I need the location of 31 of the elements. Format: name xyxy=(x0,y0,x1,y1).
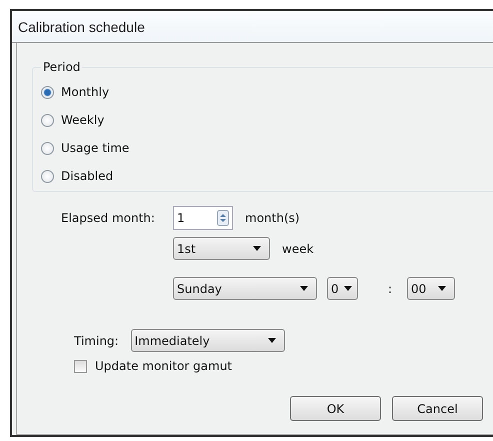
spin-arrows-icon[interactable] xyxy=(217,210,229,226)
radio-button[interactable] xyxy=(41,86,54,98)
time-separator: : xyxy=(388,282,392,296)
radio-label: Monthly xyxy=(61,85,110,99)
day-dropdown[interactable]: Sunday xyxy=(173,277,317,300)
radio-button[interactable] xyxy=(41,170,54,182)
caret-icon xyxy=(253,246,261,251)
radio-button[interactable] xyxy=(41,142,54,154)
radio-label: Usage time xyxy=(61,141,130,155)
checkbox[interactable] xyxy=(74,360,87,372)
dialog-button[interactable]: Cancel xyxy=(392,396,483,421)
radio-label: Disabled xyxy=(61,169,114,183)
group-label: Period xyxy=(41,60,82,74)
month-spin-field[interactable]: 1 xyxy=(173,206,233,230)
week-dropdown[interactable]: 1st xyxy=(173,237,270,260)
caret-icon xyxy=(438,286,446,291)
hour-dropdown[interactable]: 0 xyxy=(327,277,358,300)
dialog-button[interactable]: OK xyxy=(290,396,381,421)
caret-icon xyxy=(268,338,276,343)
unit-label: week xyxy=(282,242,314,256)
checkbox-label: Update monitor gamut xyxy=(95,359,232,373)
caret-icon xyxy=(300,286,308,291)
timing-dropdown[interactable]: Immediately xyxy=(130,329,285,352)
radio-label: Weekly xyxy=(61,113,104,127)
field-label: Timing: xyxy=(74,334,119,348)
radio-button[interactable] xyxy=(41,114,54,126)
field-label: Elapsed month: xyxy=(61,210,156,224)
minute-dropdown[interactable]: 00 xyxy=(407,277,456,300)
window-title: Calibration schedule xyxy=(18,18,145,34)
unit-label: month(s) xyxy=(245,210,300,224)
caret-icon xyxy=(344,286,352,291)
